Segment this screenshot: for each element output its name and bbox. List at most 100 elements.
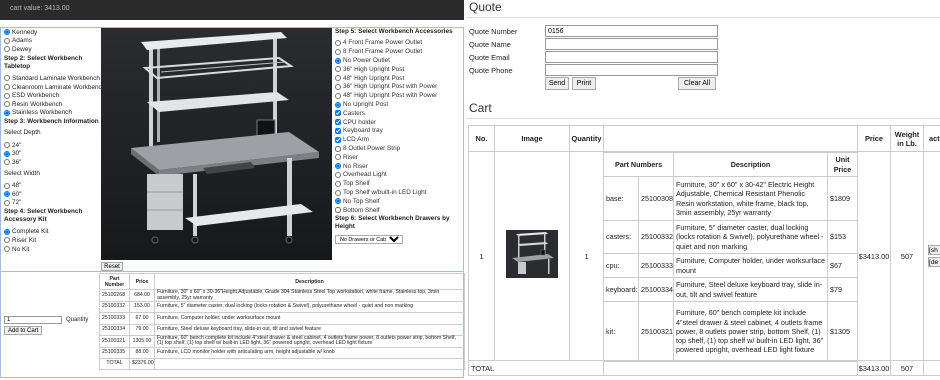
tabletop-option[interactable]: ESD Workbench	[4, 91, 99, 100]
location-radio[interactable]	[4, 46, 10, 53]
cpu-holder-checkbox[interactable]	[335, 119, 341, 126]
drawer-select[interactable]: No Drawers or Cabinet	[335, 234, 403, 244]
shelf-radio[interactable]	[335, 171, 341, 178]
cart-row-price: $3413.00	[857, 151, 891, 361]
shelf-radio[interactable]	[335, 189, 341, 196]
post-option[interactable]: 36" High Upright Post with Power	[335, 83, 465, 92]
tabletop-option[interactable]: Cleanroom Laminate Workbench	[4, 83, 105, 92]
casters-checkbox[interactable]	[335, 110, 341, 117]
width-option[interactable]: 60"	[4, 190, 99, 199]
location-radio[interactable]	[4, 37, 10, 44]
depth-radio[interactable]	[4, 159, 10, 166]
tabletop-option[interactable]: Stainless Workbench	[4, 109, 99, 118]
depth-option[interactable]: 36"	[4, 158, 99, 167]
outlet-option[interactable]: No Power Outlet	[335, 56, 465, 65]
depth-radio[interactable]	[4, 142, 10, 149]
kit-option[interactable]: No Kit	[4, 245, 99, 254]
post-radio[interactable]	[335, 92, 341, 99]
total-row: TOTAL $2376.00	[99, 358, 465, 371]
cart-total-weight: 507	[890, 360, 924, 376]
location-option[interactable]: Dewey	[4, 45, 99, 54]
delete-button[interactable]: [de	[928, 257, 940, 267]
accessory-option[interactable]: 8 Outlet Power Strip	[335, 144, 465, 153]
tabletop-radio[interactable]	[4, 109, 10, 116]
accessory-option[interactable]: Casters	[335, 109, 465, 118]
shelf-radio[interactable]	[335, 198, 341, 205]
cart-parts-header: Part Numbers Description Unit Price	[602, 152, 859, 177]
shelf-option[interactable]: Bottom Shelf	[335, 206, 465, 215]
location-option[interactable]: Kennedy	[4, 28, 99, 37]
riser-option[interactable]: Riser	[335, 153, 465, 162]
location-radio[interactable]	[4, 29, 10, 36]
riser-option[interactable]: No Riser	[335, 162, 465, 171]
cart-total-price: $3413.00	[857, 360, 891, 376]
kit-option[interactable]: Complete Kit	[4, 228, 99, 237]
accessory-option[interactable]: LCD Arm	[335, 135, 465, 144]
kit-radio[interactable]	[4, 237, 10, 244]
shelf-option[interactable]: Overhead Light	[335, 171, 465, 180]
quote-number-input[interactable]	[545, 25, 718, 37]
keyboard-tray-checkbox[interactable]	[335, 127, 341, 134]
shelf-option[interactable]: Top Shelf	[335, 179, 465, 188]
quote-email-input[interactable]	[545, 51, 718, 63]
accessory-option[interactable]: Keyboard tray	[335, 127, 465, 136]
print-button[interactable]: Print	[572, 77, 596, 90]
tabletop-radio[interactable]	[4, 101, 10, 108]
post-radio[interactable]	[335, 83, 341, 90]
kit-option[interactable]: Riser Kit	[4, 236, 99, 245]
post-option[interactable]: 36" High Upright Post	[335, 65, 465, 74]
post-radio[interactable]	[335, 66, 341, 73]
post-option[interactable]: 48" High Upright Post with Power	[335, 91, 465, 100]
width-radio[interactable]	[4, 182, 10, 189]
outlet-radio[interactable]	[335, 39, 341, 46]
workbench-drawing	[101, 28, 332, 260]
reset-button[interactable]: Reset	[101, 262, 123, 271]
quantity-input[interactable]	[4, 316, 62, 324]
tabletop-radio[interactable]	[4, 92, 10, 99]
accessory-option[interactable]: CPU holder	[335, 118, 465, 127]
depth-option[interactable]: 30"	[4, 150, 99, 159]
col-unit-price: Unit Price	[827, 152, 859, 177]
workbench-thumbnail-image[interactable]	[506, 230, 558, 278]
tabletop-radio[interactable]	[4, 75, 10, 82]
top-bar: cart value: 3413.00	[0, 0, 464, 20]
tabletop-option[interactable]: Resin Workbench	[4, 100, 99, 109]
send-button[interactable]: Send	[545, 77, 569, 90]
add-to-cart-button[interactable]: Add to Cart	[4, 326, 43, 335]
shelf-option[interactable]: Top Shelf w/built-in LED Light	[335, 188, 465, 197]
col-description: Description	[673, 152, 829, 177]
power-strip-checkbox[interactable]	[335, 145, 341, 152]
tabletop-radio[interactable]	[4, 84, 10, 91]
width-option[interactable]: 72"	[4, 199, 99, 208]
quote-phone-input[interactable]	[545, 64, 718, 76]
bottom-shelf-checkbox[interactable]	[335, 207, 341, 214]
lcd-arm-checkbox[interactable]	[335, 136, 341, 143]
width-option[interactable]: 48"	[4, 181, 99, 190]
post-radio[interactable]	[335, 101, 341, 108]
riser-radio[interactable]	[335, 163, 341, 170]
depth-option[interactable]: 24"	[4, 141, 99, 150]
outlet-radio[interactable]	[335, 48, 341, 55]
riser-radio[interactable]	[335, 154, 341, 161]
quote-name-input[interactable]	[545, 38, 718, 50]
kit-radio[interactable]	[4, 246, 10, 252]
tabletop-option[interactable]: Standard Laminate Workbench	[4, 74, 100, 83]
width-radio[interactable]	[4, 199, 10, 206]
location-option[interactable]: Adams	[4, 37, 99, 46]
outlet-option[interactable]: 8 Front Frame Power Outlet	[335, 47, 465, 56]
shelf-option[interactable]: No Top Shelf	[335, 197, 465, 206]
workbench-render-image[interactable]	[101, 28, 332, 260]
show-button[interactable]: [sh	[928, 245, 940, 255]
outlet-option[interactable]: 4 Front Frame Power Outlet	[335, 39, 465, 48]
kit-radio[interactable]	[4, 228, 10, 235]
col-price: Price	[129, 273, 155, 290]
post-option[interactable]: No Upright Post	[335, 100, 465, 109]
depth-radio[interactable]	[4, 150, 10, 157]
clear-all-button[interactable]: Clear All	[678, 77, 716, 90]
post-radio[interactable]	[335, 75, 341, 82]
width-radio[interactable]	[4, 191, 10, 198]
shelf-radio[interactable]	[335, 180, 341, 187]
post-option[interactable]: 48" High Upright Post	[335, 74, 465, 83]
outlet-radio[interactable]	[335, 57, 341, 64]
quote-email-label: Quote Email	[469, 52, 510, 62]
